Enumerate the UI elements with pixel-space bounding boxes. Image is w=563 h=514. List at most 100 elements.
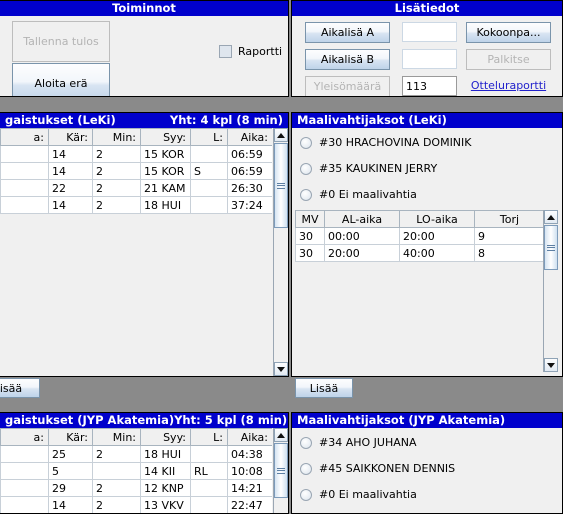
cell-lo-aika[interactable]: 20:00 <box>399 227 475 245</box>
table-row[interactable]: 14 2 18 HUI 37:24 39:24 <box>0 196 272 214</box>
cell-aika[interactable]: 10:08 <box>227 462 272 480</box>
cell-kar[interactable]: 14 <box>48 162 93 180</box>
cell-kar[interactable]: 14 <box>48 496 93 513</box>
radio-icon[interactable] <box>300 162 312 175</box>
cell-joukkue[interactable] <box>0 145 49 163</box>
cell-syy[interactable]: 12 KNP <box>140 479 191 497</box>
scroll-down-icon[interactable] <box>544 358 558 372</box>
cell-joukkue[interactable] <box>0 462 49 480</box>
cell-aika[interactable]: 04:38 <box>227 445 272 463</box>
cell-syy[interactable]: 13 VKV <box>140 496 191 513</box>
cell-syy[interactable]: 15 KOR <box>140 145 191 163</box>
timeout-a-button[interactable]: Aikalisä A <box>305 22 390 43</box>
cell-min[interactable]: 2 <box>92 162 141 180</box>
cell-joukkue[interactable] <box>0 496 49 513</box>
cell-joukkue[interactable] <box>0 162 49 180</box>
table-row[interactable]: 14 2 15 KOR S 06:59 10:59 <box>0 162 272 180</box>
penalties-leki-scrollbar[interactable] <box>273 128 288 376</box>
cell-aika[interactable]: 22:47 <box>227 496 272 513</box>
col-aika[interactable]: Aika: <box>227 128 272 146</box>
lineup-button[interactable]: Kokoonpa... <box>466 22 551 43</box>
cell-min[interactable]: 2 <box>92 145 141 163</box>
report-checkbox[interactable] <box>219 45 232 58</box>
cell-l[interactable] <box>190 145 228 163</box>
radio-icon[interactable] <box>300 136 312 149</box>
col-syy[interactable]: Syy: <box>140 128 191 146</box>
col-min[interactable]: Min: <box>92 428 141 446</box>
cell-mv[interactable]: 30 <box>295 244 325 262</box>
cell-syy[interactable]: 14 KII <box>140 462 191 480</box>
table-row[interactable]: 22 2 21 KAM 26:30 28:30 <box>0 179 272 197</box>
scroll-thumb[interactable] <box>274 143 288 228</box>
radio-icon[interactable] <box>300 488 312 501</box>
cell-syy[interactable]: 18 HUI <box>140 196 191 214</box>
col-min[interactable]: Min: <box>92 128 141 146</box>
cell-torj[interactable]: 9 <box>474 227 544 245</box>
cell-l[interactable]: S <box>190 162 228 180</box>
cell-torj[interactable]: 8 <box>474 244 544 262</box>
cell-aika[interactable]: 37:24 <box>227 196 272 214</box>
cell-kar[interactable]: 22 <box>48 179 93 197</box>
scroll-thumb[interactable] <box>274 443 288 498</box>
cell-mv[interactable]: 30 <box>295 227 325 245</box>
cell-kar[interactable]: 29 <box>48 479 93 497</box>
cell-min[interactable]: 2 <box>92 496 141 513</box>
penalties-leki-add-button[interactable]: isää <box>0 378 40 398</box>
cell-l[interactable] <box>190 445 228 463</box>
col-kar[interactable]: Kär: <box>48 428 93 446</box>
report-checkbox-row[interactable]: Raportti <box>219 45 282 58</box>
cell-lo-aika[interactable]: 40:00 <box>399 244 475 262</box>
col-kar[interactable]: Kär: <box>48 128 93 146</box>
radio-icon[interactable] <box>300 188 312 201</box>
col-mv[interactable]: MV <box>295 210 325 228</box>
attendance-button[interactable]: Yleisömäärä <box>305 76 390 96</box>
timeout-b-button[interactable]: Aikalisä B <box>305 49 390 70</box>
col-torj[interactable]: Torj <box>474 210 544 228</box>
cell-syy[interactable]: 21 KAM <box>140 179 191 197</box>
cell-kar[interactable]: 14 <box>48 196 93 214</box>
cell-al-aika[interactable]: 20:00 <box>324 244 400 262</box>
award-button[interactable]: Palkitse <box>466 49 551 70</box>
goalies-leki-add-button[interactable]: Lisää <box>295 378 353 398</box>
cell-joukkue[interactable] <box>0 196 49 214</box>
cell-min[interactable]: 2 <box>92 479 141 497</box>
table-row[interactable]: 30 20:00 40:00 8 <box>295 244 544 262</box>
col-joukkue[interactable]: a: <box>0 128 49 146</box>
save-result-button[interactable]: Tallenna tulos <box>12 21 110 62</box>
radio-icon[interactable] <box>300 436 312 449</box>
cell-kar[interactable]: 25 <box>48 445 93 463</box>
cell-kar[interactable]: 14 <box>48 145 93 163</box>
cell-aika[interactable]: 06:59 <box>227 145 272 163</box>
cell-min[interactable]: 2 <box>92 196 141 214</box>
penalties-jyp-scrollbar[interactable] <box>273 428 288 513</box>
cell-l[interactable] <box>190 479 228 497</box>
goalie-option-leki-1[interactable]: #30 HRACHOVINA DOMINIK <box>300 136 472 149</box>
cell-l[interactable] <box>190 196 228 214</box>
table-row[interactable]: 25 2 18 HUI 04:38 06:38 <box>0 445 272 463</box>
cell-min[interactable]: 2 <box>92 179 141 197</box>
scroll-down-icon[interactable] <box>274 362 288 376</box>
goalies-leki-scrollbar[interactable] <box>543 210 558 372</box>
cell-aika[interactable]: 26:30 <box>227 179 272 197</box>
start-period-button[interactable]: Aloita erä <box>12 63 110 96</box>
col-l[interactable]: L: <box>190 128 228 146</box>
cell-l[interactable] <box>190 496 228 513</box>
scroll-thumb[interactable] <box>544 225 558 270</box>
timeout-b-input[interactable] <box>402 49 457 69</box>
table-row[interactable]: 14 2 13 VKV 22:47 24:47 <box>0 496 272 513</box>
col-al-aika[interactable]: AL-aika <box>324 210 400 228</box>
cell-syy[interactable]: 18 HUI <box>140 445 191 463</box>
goalie-option-jyp-1[interactable]: #34 AHO JUHANA <box>300 436 417 449</box>
cell-joukkue[interactable] <box>0 479 49 497</box>
table-row[interactable]: 30 00:00 20:00 9 <box>295 227 544 245</box>
goalie-option-jyp-2[interactable]: #45 SAIKKONEN DENNIS <box>300 462 455 475</box>
attendance-input[interactable] <box>402 76 457 96</box>
timeout-a-input[interactable] <box>402 22 457 42</box>
table-row[interactable]: 29 2 12 KNP 14:21 15:05 <box>0 479 272 497</box>
cell-joukkue[interactable] <box>0 445 49 463</box>
cell-min[interactable]: 2 <box>92 445 141 463</box>
cell-min[interactable] <box>92 462 141 480</box>
col-joukkue[interactable]: a: <box>0 428 49 446</box>
goalie-option-leki-2[interactable]: #35 KAUKINEN JERRY <box>300 162 437 175</box>
goalie-option-jyp-3[interactable]: #0 Ei maalivahtia <box>300 488 417 501</box>
